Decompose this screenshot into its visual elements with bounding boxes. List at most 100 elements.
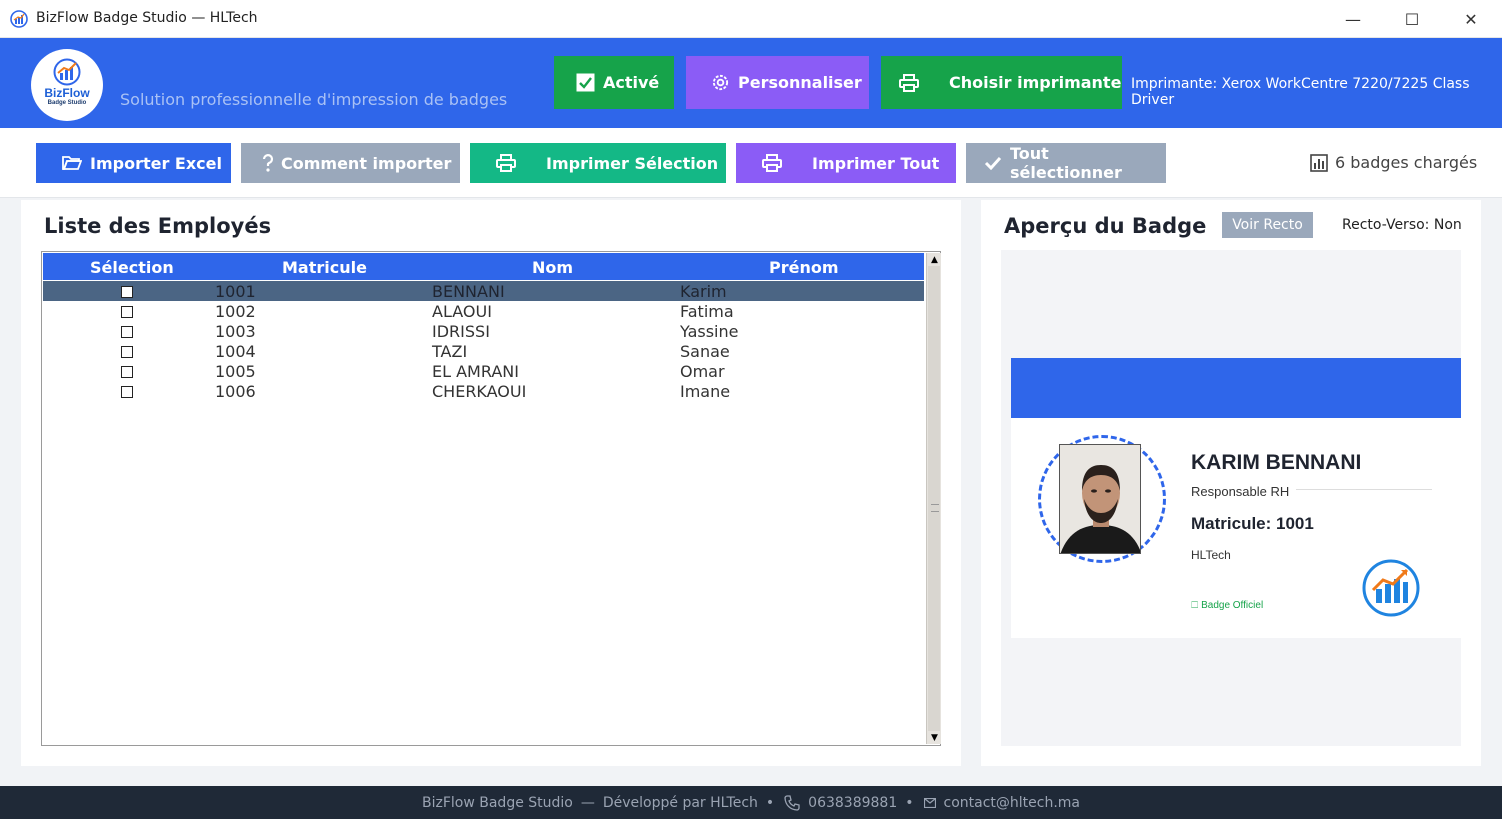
cell-matricule: 1005 [215, 362, 256, 381]
cell-prenom: Fatima [680, 302, 734, 321]
cell-prenom: Yassine [680, 322, 739, 341]
cell-nom: BENNANI [432, 282, 505, 301]
scroll-thumb[interactable] [928, 266, 940, 731]
cell-matricule: 1004 [215, 342, 256, 361]
printer-icon [496, 154, 516, 172]
select-all-button[interactable]: Tout sélectionner [966, 143, 1166, 183]
logo-text: BizFlow [44, 86, 90, 100]
column-header-matricule[interactable]: Matricule [282, 258, 367, 277]
question-icon [261, 153, 275, 173]
cell-prenom: Karim [680, 282, 727, 301]
badge-header-band [1011, 358, 1461, 418]
table-body: 1001 BENNANI Karim 1002 ALAOUI Fatima 10… [43, 281, 924, 401]
loaded-status-text: 6 badges chargés [1335, 153, 1478, 172]
footer-email[interactable]: contact@hltech.ma [944, 795, 1081, 811]
how-to-import-button[interactable]: Comment importer [241, 143, 460, 183]
duplex-status: Recto-Verso: Non [1342, 217, 1462, 233]
brand-logo: BizFlow Badge Studio [31, 49, 103, 121]
gear-icon [711, 73, 730, 92]
how-to-import-label: Comment importer [281, 153, 452, 173]
printer-info: Imprimante: Xerox WorkCentre 7220/7225 C… [1131, 76, 1470, 108]
email-icon [923, 797, 936, 808]
logo-subtext: Badge Studio [47, 100, 87, 106]
loaded-status: 6 badges chargés [1310, 153, 1477, 172]
close-button[interactable]: ✕ [1448, 0, 1494, 38]
app-header: BizFlow Badge Studio Solution profession… [0, 38, 1502, 128]
footer-developer: Développé par HLTech [602, 794, 758, 811]
app-logo-icon [10, 10, 28, 28]
cell-matricule: 1006 [215, 382, 256, 401]
cell-matricule: 1003 [215, 322, 256, 341]
table-row[interactable]: 1005 EL AMRANI Omar [43, 361, 924, 381]
footer-bullet: • [905, 794, 914, 811]
cell-nom: EL AMRANI [432, 362, 519, 381]
employee-photo [1059, 444, 1141, 554]
tagline: Solution professionnelle d'impression de… [120, 90, 508, 109]
print-all-button[interactable]: Imprimer Tout [736, 143, 956, 183]
customize-label: Personnaliser [738, 73, 862, 92]
customize-button[interactable]: Personnaliser [686, 56, 869, 109]
footer: BizFlow Badge Studio — Développé par HLT… [0, 786, 1502, 819]
column-header-prenom[interactable]: Prénom [769, 258, 839, 277]
cell-matricule: 1002 [215, 302, 256, 321]
badge-preview-panel: Aperçu du Badge Voir Recto Recto-Verso: … [981, 200, 1481, 766]
row-checkbox[interactable] [121, 386, 133, 398]
choose-printer-button[interactable]: Choisir imprimante [881, 56, 1122, 109]
footer-app-name: BizFlow Badge Studio [422, 794, 573, 811]
printer-icon [762, 154, 782, 172]
window-title: BizFlow Badge Studio — HLTech [36, 10, 258, 26]
table-row[interactable]: 1004 TAZI Sanae [43, 341, 924, 361]
cell-nom: CHERKAOUI [432, 382, 527, 401]
row-checkbox[interactable] [121, 346, 133, 358]
scroll-up-arrow-icon[interactable]: ▲ [929, 254, 940, 265]
employee-table[interactable]: Sélection Matricule Nom Prénom 1001 BENN… [41, 251, 941, 746]
badge-employee-matricule: Matricule: 1001 [1191, 514, 1314, 533]
activated-button[interactable]: Activé [554, 56, 674, 109]
cell-nom: TAZI [432, 342, 468, 361]
check-icon [984, 156, 1002, 170]
cell-prenom: Omar [680, 362, 725, 381]
footer-bullet: • [765, 794, 775, 811]
checkbox-checked-icon [576, 73, 595, 92]
table-row[interactable]: 1003 IDRISSI Yassine [43, 321, 924, 341]
table-row[interactable]: 1002 ALAOUI Fatima [43, 301, 924, 321]
badge-preview-title: Aperçu du Badge [1004, 214, 1207, 238]
phone-icon [784, 794, 800, 811]
cell-prenom: Sanae [680, 342, 730, 361]
maximize-button[interactable]: ☐ [1389, 0, 1435, 38]
import-excel-button[interactable]: Importer Excel [36, 143, 231, 183]
employee-list-panel: Liste des Employés Sélection Matricule N… [21, 200, 961, 766]
cell-nom: IDRISSI [432, 322, 490, 341]
badge-employee-name: KARIM BENNANI [1191, 451, 1362, 474]
table-row[interactable]: 1006 CHERKAOUI Imane [43, 381, 924, 401]
print-all-label: Imprimer Tout [812, 153, 940, 173]
vertical-scrollbar[interactable]: ▲ ▼ [926, 253, 941, 744]
column-header-nom[interactable]: Nom [532, 258, 573, 277]
footer-phone: 0638389881 [808, 794, 898, 811]
print-selection-button[interactable]: Imprimer Sélection [470, 143, 726, 183]
minimize-button[interactable]: — [1330, 0, 1376, 38]
view-front-button[interactable]: Voir Recto [1222, 212, 1313, 238]
chart-logo-icon [53, 58, 81, 86]
cell-matricule: 1001 [215, 282, 256, 301]
table-header: Sélection Matricule Nom Prénom [43, 253, 924, 280]
cell-nom: ALAOUI [432, 302, 492, 321]
badge-official-label: 🗆 Badge Officiel [1191, 600, 1264, 611]
chart-logo-icon [1362, 559, 1420, 617]
choose-printer-label: Choisir imprimante [949, 73, 1122, 92]
badge-company: HLTech [1191, 548, 1231, 562]
print-selection-label: Imprimer Sélection [546, 153, 719, 173]
employee-list-title: Liste des Employés [44, 214, 272, 238]
row-checkbox[interactable] [121, 326, 133, 338]
column-header-selection[interactable]: Sélection [90, 258, 174, 277]
import-excel-label: Importer Excel [90, 153, 222, 173]
row-checkbox[interactable] [121, 286, 133, 298]
scroll-down-arrow-icon[interactable]: ▼ [929, 732, 940, 743]
table-row[interactable]: 1001 BENNANI Karim [43, 281, 924, 301]
badge-canvas: KARIM BENNANI Responsable RH Matricule: … [1001, 250, 1461, 746]
folder-open-icon [62, 155, 82, 171]
grip-icon [931, 504, 939, 512]
row-checkbox[interactable] [121, 306, 133, 318]
footer-dash: — [580, 794, 595, 811]
row-checkbox[interactable] [121, 366, 133, 378]
